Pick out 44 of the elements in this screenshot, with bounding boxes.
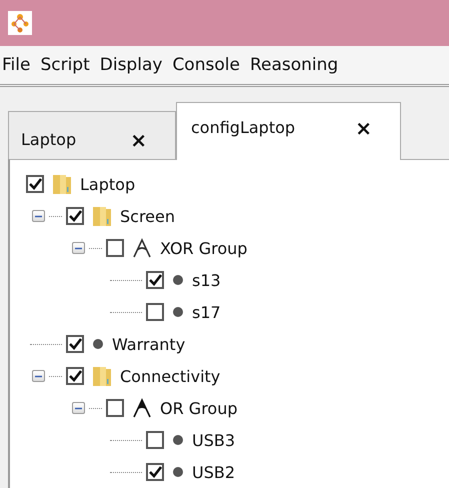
dot-icon	[92, 338, 104, 350]
checkbox[interactable]	[66, 335, 84, 353]
expander-icon[interactable]	[32, 370, 45, 382]
checkbox[interactable]	[146, 271, 164, 289]
dot-icon	[172, 306, 184, 318]
folder-icon	[92, 365, 112, 387]
menu-item[interactable]: Reasoning	[250, 55, 338, 75]
tab[interactable]: Laptop ×	[8, 111, 176, 159]
tree-item-label[interactable]: s13	[192, 270, 221, 290]
arc-triangle-icon	[132, 238, 152, 258]
expander-icon[interactable]	[72, 242, 85, 254]
tree-item-label[interactable]: s17	[192, 302, 221, 322]
dot-icon	[172, 274, 184, 286]
checkbox[interactable]	[66, 207, 84, 225]
checkbox[interactable]	[106, 399, 124, 417]
checkbox[interactable]	[146, 431, 164, 449]
checkbox[interactable]	[146, 463, 164, 481]
filled-arc-triangle-icon	[132, 398, 152, 418]
tree-item-label[interactable]: OR Group	[160, 398, 238, 418]
menu-item[interactable]: File	[2, 55, 30, 75]
tab[interactable]: configLaptop ×	[176, 102, 401, 160]
tree-item-label[interactable]: Laptop	[80, 174, 136, 194]
tree-item-label[interactable]: Warranty	[112, 334, 186, 354]
tree-item-label[interactable]: Connectivity	[120, 366, 220, 386]
checkbox[interactable]	[66, 367, 84, 385]
menu-item[interactable]: Script	[40, 55, 90, 75]
checkbox[interactable]	[106, 239, 124, 257]
app-logo-icon	[8, 11, 32, 35]
expander-icon[interactable]	[72, 402, 85, 414]
dot-icon	[172, 466, 184, 478]
tree-item-label[interactable]: USB2	[192, 462, 236, 482]
tree-item-label[interactable]: XOR Group	[160, 238, 248, 258]
dot-icon	[172, 434, 184, 446]
close-icon[interactable]: ×	[355, 116, 372, 140]
menu-item[interactable]: Console	[172, 55, 240, 75]
checkbox[interactable]	[26, 175, 44, 193]
folder-icon	[52, 173, 72, 195]
menu-item[interactable]: Display	[100, 55, 162, 75]
tree-item-label[interactable]: USB3	[192, 430, 236, 450]
expander-icon[interactable]	[32, 210, 45, 222]
close-icon[interactable]: ×	[130, 120, 147, 152]
folder-icon	[92, 205, 112, 227]
checkbox[interactable]	[146, 303, 164, 321]
tree-item-label[interactable]: Screen	[120, 206, 176, 226]
